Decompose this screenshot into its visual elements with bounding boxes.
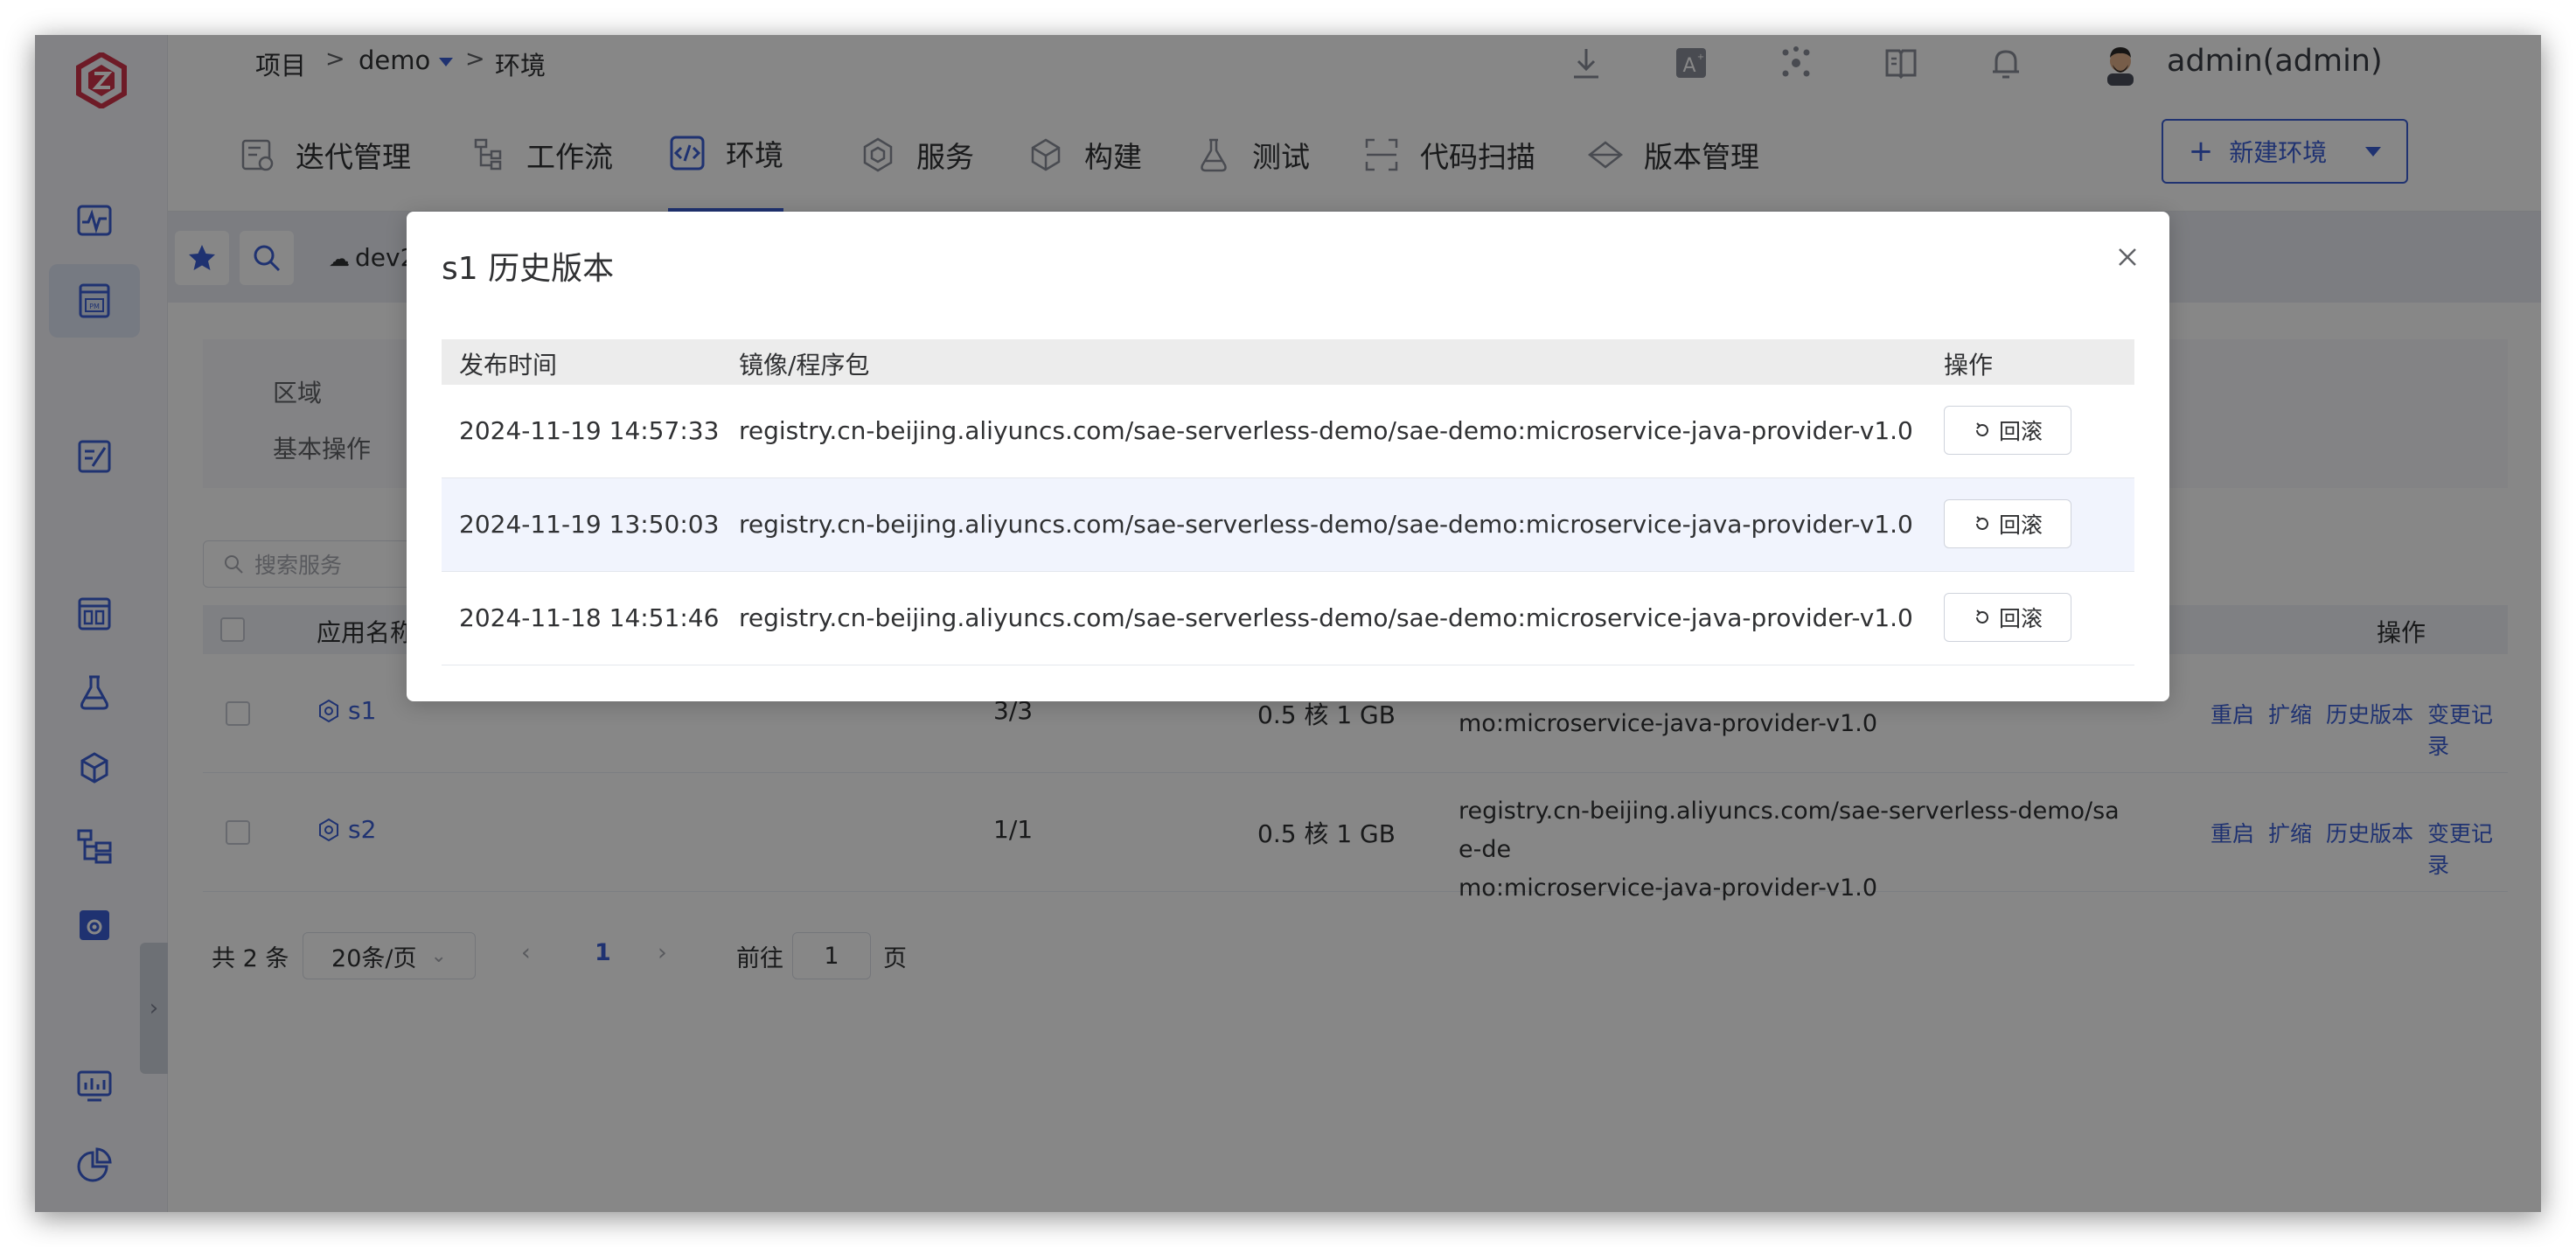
rollback-label: 回滚: [1998, 512, 2043, 538]
release-time: 2024-11-19 13:50:03: [459, 510, 720, 539]
col-action: 操作: [1944, 351, 1994, 380]
rollback-icon: [1975, 422, 1988, 436]
history-row: 2024-11-18 14:51:46 registry.cn-beijing.…: [442, 572, 2134, 665]
col-release-time: 发布时间: [459, 351, 558, 380]
rollback-label: 回滚: [1998, 606, 2043, 631]
rollback-label: 回滚: [1998, 419, 2043, 444]
rollback-button[interactable]: 回滚: [1944, 499, 2071, 548]
image-path: registry.cn-beijing.aliyuncs.com/sae-ser…: [739, 603, 1913, 632]
history-table-header: 发布时间 镜像/程序包 操作: [442, 339, 2134, 385]
rollback-icon: [1975, 610, 1988, 624]
col-image: 镜像/程序包: [739, 351, 870, 380]
history-row: 2024-11-19 14:57:33 registry.cn-beijing.…: [442, 385, 2134, 478]
modal-title: s1 历史版本: [442, 251, 615, 287]
image-path: registry.cn-beijing.aliyuncs.com/sae-ser…: [739, 416, 1913, 445]
app-window: PM › 项目 > demo > 环境 A + admin(admin) 迭代管…: [35, 35, 2541, 1212]
release-time: 2024-11-19 14:57:33: [459, 416, 720, 445]
close-icon[interactable]: [2113, 243, 2141, 271]
history-modal: s1 历史版本 发布时间 镜像/程序包 操作 2024-11-19 14:57:…: [407, 212, 2169, 701]
release-time: 2024-11-18 14:51:46: [459, 603, 720, 632]
rollback-button[interactable]: 回滚: [1944, 406, 2071, 455]
image-path: registry.cn-beijing.aliyuncs.com/sae-ser…: [739, 510, 1913, 539]
rollback-icon: [1975, 516, 1988, 530]
history-row: 2024-11-19 13:50:03 registry.cn-beijing.…: [442, 478, 2134, 572]
rollback-button[interactable]: 回滚: [1944, 593, 2071, 642]
